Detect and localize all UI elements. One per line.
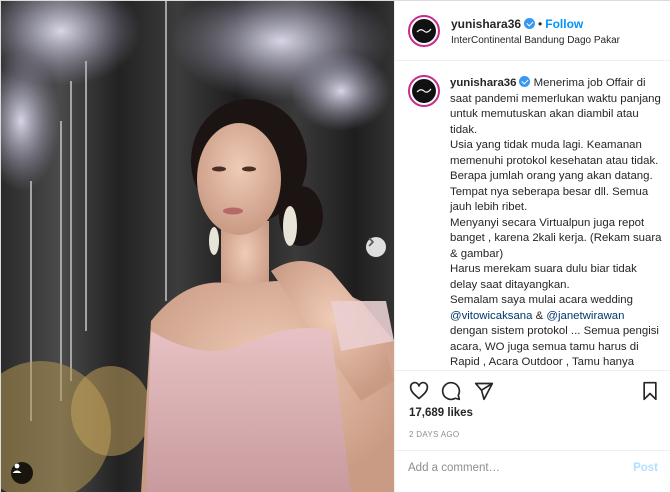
user-tag-icon [12, 463, 22, 473]
caption-paragraph: Menyanyi secara Virtualpun juga repot ba… [450, 216, 662, 260]
verified-badge-icon [519, 76, 531, 87]
post-side-panel: yunishara36 • Follow InterContinental Band… [394, 1, 670, 492]
location-link[interactable]: InterContinental Bandung Dago Pakar [451, 35, 620, 46]
heart-icon[interactable] [409, 381, 429, 401]
separator-dot: • [538, 17, 543, 31]
caption-paragraph: Semalam saya mulai acara wedding @vitowi… [450, 293, 662, 370]
caption-paragraph: Usia yang tidak muda lagi. Keamanan meme… [450, 139, 659, 213]
instagram-post-page: yunishara36 • Follow InterContinental Band… [0, 0, 670, 492]
caption-text-segment: Semalam saya mulai acara wedding [450, 294, 633, 306]
caption-username-link[interactable]: yunishara36 [450, 77, 516, 89]
follow-button[interactable]: Follow [545, 17, 583, 31]
chevron-right-icon [368, 237, 374, 247]
comment-box: Post [395, 450, 670, 484]
post-timestamp[interactable]: 2 DAYS AGO [409, 430, 459, 439]
comment-input[interactable] [408, 459, 618, 477]
caption-text-segment: dengan sistem protokol ... Semua pengisi… [450, 325, 659, 368]
verified-badge-icon [524, 18, 536, 29]
caption-text-segment: & [532, 309, 547, 322]
caption-avatar[interactable] [408, 75, 440, 107]
post-container: yunishara36 • Follow InterContinental Band… [0, 0, 670, 492]
comment-icon[interactable] [441, 381, 461, 401]
likes-count[interactable]: 17,689 likes [409, 407, 473, 419]
signature-logo-icon [416, 28, 432, 33]
mention-link[interactable]: @janetwirawan [546, 310, 624, 322]
header-username-line: yunishara36 • Follow [451, 17, 583, 31]
photo-image [1, 1, 394, 492]
next-photo-button[interactable] [366, 237, 386, 257]
post-photo[interactable] [1, 1, 394, 492]
signature-logo-icon [416, 88, 432, 93]
bookmark-icon[interactable] [640, 381, 660, 401]
post-header: yunishara36 • Follow InterContinental Band… [395, 1, 670, 61]
post-comment-button[interactable]: Post [633, 462, 658, 474]
username-link[interactable]: yunishara36 [451, 17, 521, 31]
caption-text: yunishara36 Menerima job Offair di saat … [450, 76, 662, 370]
mention-link[interactable]: @vitowicaksana [450, 310, 532, 322]
send-icon[interactable] [474, 381, 494, 401]
tagged-users-button[interactable] [11, 462, 33, 484]
caption-scroll-area[interactable]: yunishara36 Menerima job Offair di saat … [395, 62, 670, 370]
avatar[interactable] [408, 15, 440, 47]
post-actions: 17,689 likes 2 DAYS AGO Post [395, 370, 670, 482]
caption-paragraph: Harus merekam suara dulu biar tidak dela… [450, 263, 637, 291]
